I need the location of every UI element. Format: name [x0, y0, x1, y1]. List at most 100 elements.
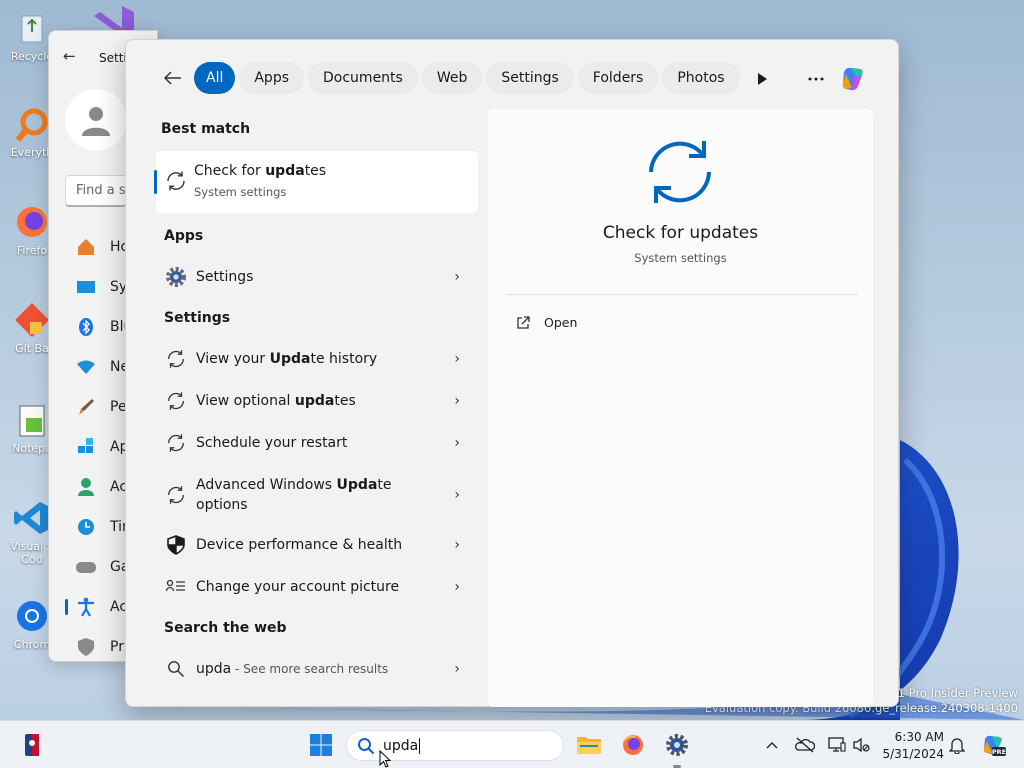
- best-match-subtitle: System settings: [194, 185, 287, 199]
- result-label: upda - See more search results: [196, 659, 388, 679]
- result-change-account-picture[interactable]: Change your account picture ›: [154, 575, 480, 599]
- result-label: Change your account picture: [196, 577, 399, 597]
- result-label-part: Schedule your restart: [196, 435, 348, 451]
- best-match-title-part: tes: [304, 163, 327, 179]
- notification-bell-icon[interactable]: [946, 721, 968, 768]
- nba-widget-icon[interactable]: [18, 721, 46, 768]
- settings-window-title: Setti: [99, 51, 127, 65]
- git-bash-icon: [12, 300, 52, 340]
- clock-time: 6:30 AM: [894, 730, 944, 744]
- chrome-icon: [12, 596, 52, 636]
- section-settings: Settings: [164, 310, 231, 326]
- preview-open-action[interactable]: Open: [516, 315, 577, 330]
- gear-icon: [164, 265, 188, 289]
- avatar[interactable]: [65, 89, 127, 151]
- best-match-card[interactable]: Check for updates System settings: [154, 151, 478, 213]
- result-label-part: Device performance & health: [196, 537, 403, 553]
- more-options-icon[interactable]: [801, 64, 831, 94]
- best-match-title-part: Check for: [194, 163, 266, 179]
- chevron-right-icon: ›: [454, 661, 460, 677]
- filter-settings[interactable]: Settings: [486, 62, 574, 94]
- everything-icon: [12, 104, 52, 144]
- filter-folders[interactable]: Folders: [577, 62, 659, 94]
- result-label: View your Update history: [196, 349, 377, 369]
- sync-icon: [164, 169, 188, 197]
- gaming-icon: [75, 556, 97, 578]
- time-icon: [75, 516, 97, 538]
- section-apps: Apps: [164, 228, 204, 244]
- user-icon: [82, 107, 110, 136]
- result-advanced-windows-update[interactable]: Advanced Windows Update options ›: [154, 473, 480, 517]
- filter-all[interactable]: All: [194, 62, 236, 94]
- bluetooth-icon: [75, 316, 97, 338]
- settings-gear-icon[interactable]: [662, 721, 692, 768]
- sync-icon: [164, 483, 188, 507]
- result-device-performance[interactable]: Device performance & health ›: [154, 533, 480, 557]
- back-arrow-icon[interactable]: [158, 63, 188, 93]
- result-label: Advanced Windows Update options: [196, 475, 392, 515]
- preview-title: Check for updates: [602, 223, 759, 243]
- firefox-icon: [12, 202, 52, 242]
- network-disconnected-icon[interactable]: [793, 721, 817, 768]
- firefox-icon[interactable]: [618, 721, 648, 768]
- vscode-icon: [12, 498, 52, 538]
- preview-divider: [506, 294, 858, 295]
- open-external-icon: [516, 315, 530, 330]
- result-app-settings[interactable]: Settings ›: [154, 265, 480, 289]
- result-label: Device performance & health: [196, 535, 402, 555]
- chevron-right-icon: ›: [454, 351, 460, 367]
- best-match-title-highlight: upda: [265, 163, 305, 179]
- result-schedule-restart[interactable]: Schedule your restart ›: [154, 431, 480, 455]
- result-label-part: View your: [196, 351, 270, 367]
- recycle-bin-icon: [12, 8, 52, 48]
- sync-icon: [164, 347, 188, 371]
- privacy-icon: [75, 636, 97, 658]
- filter-web[interactable]: Web: [421, 62, 483, 94]
- watermark-edition: 11 Pro Insider Preview: [890, 686, 1018, 700]
- filter-apps[interactable]: Apps: [239, 62, 305, 94]
- file-explorer-icon[interactable]: [574, 721, 604, 768]
- result-label-part: te history: [310, 351, 378, 367]
- chevron-right-icon: ›: [454, 487, 460, 503]
- chevron-right-icon: ›: [454, 393, 460, 409]
- web-query: upda: [196, 661, 232, 677]
- result-view-update-history[interactable]: View your Update history ›: [154, 347, 480, 371]
- filter-documents[interactable]: Documents: [308, 62, 418, 94]
- result-label-part: te: [377, 477, 392, 493]
- chevron-up-icon[interactable]: [762, 721, 782, 768]
- result-label-highlight: Upda: [336, 477, 378, 493]
- open-label: Open: [544, 315, 578, 330]
- system-icon: [75, 276, 97, 298]
- search-icon: [357, 737, 375, 755]
- copilot-icon[interactable]: [838, 64, 868, 94]
- play-more-filters-icon[interactable]: [747, 64, 777, 94]
- result-label-highlight: Upda: [269, 351, 311, 367]
- sync-icon: [164, 431, 188, 455]
- copilot-preview-icon[interactable]: PRE: [978, 721, 1008, 768]
- start-button[interactable]: [306, 721, 336, 768]
- windows-logo-icon: [310, 734, 332, 756]
- taskbar: upda 6:30 AM 5/31/2024 PRE: [0, 720, 1024, 768]
- section-best-match: Best match: [161, 121, 251, 137]
- network-icon: [75, 356, 97, 378]
- result-view-optional-updates[interactable]: View optional updates ›: [154, 389, 480, 413]
- preview-subtitle: System settings: [634, 251, 727, 265]
- text-caret: [419, 737, 421, 754]
- chevron-right-icon: ›: [454, 269, 460, 285]
- shield-icon: [164, 533, 188, 557]
- search-filter-bar: All Apps Documents Web Settings Folders …: [158, 62, 744, 94]
- display-icon[interactable]: [825, 721, 849, 768]
- notepad-plus-icon: [12, 400, 52, 440]
- web-query-suffix: - See more search results: [231, 662, 389, 676]
- result-label-highlight: upda: [294, 393, 335, 409]
- chevron-right-icon: ›: [454, 435, 460, 451]
- filter-photos[interactable]: Photos: [662, 62, 740, 94]
- sync-icon: [164, 389, 188, 413]
- result-web-search[interactable]: upda - See more search results ›: [154, 657, 480, 681]
- result-label: Schedule your restart: [196, 433, 347, 453]
- clock-date: 5/31/2024: [882, 747, 944, 761]
- apps-icon: [75, 436, 97, 458]
- system-clock[interactable]: 6:30 AM 5/31/2024: [870, 729, 944, 763]
- mouse-cursor-icon: [379, 749, 393, 768]
- back-arrow-icon[interactable]: ←: [63, 47, 76, 65]
